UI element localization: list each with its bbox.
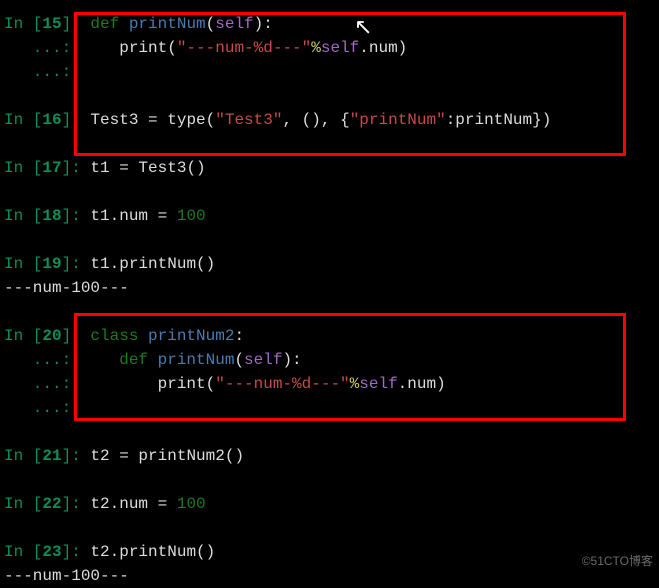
paren: ( [206,15,216,33]
prompt-close: ]: [62,111,91,129]
prompt-number: 21 [42,447,61,465]
code-line: ...: print("---num-%d---"%self.num) [4,372,655,396]
blank-line [4,420,655,444]
code-line: In [20]: class printNum2: [4,324,655,348]
indent [81,351,119,369]
prompt-in: In [ [4,15,42,33]
prompt-in: In [ [4,327,42,345]
code-line: In [19]: t1.printNum() [4,252,655,276]
expr: Test3 = type( [90,111,215,129]
watermark-label: ©51CTO博客 [582,552,653,570]
attr-num: .num) [359,39,407,57]
string-literal: "Test3" [215,111,282,129]
blank-line [4,516,655,540]
blank-line [4,300,655,324]
blank-line [4,468,655,492]
prompt-in: In [ [4,495,42,513]
prompt-in: In [ [4,207,42,225]
prompt-close: ]: [62,495,91,513]
prompt-close: ]: [62,15,91,33]
code-line: In [21]: t2 = printNum2() [4,444,655,468]
code-line: In [17]: t1 = Test3() [4,156,655,180]
op-mod: % [311,39,321,57]
prompt-number: 23 [42,543,61,561]
prompt-close: ]: [62,447,91,465]
prompt-close: ]: [62,543,91,561]
expr: t2.printNum() [90,543,215,561]
paren-close: ): [282,351,301,369]
prompt-number: 19 [42,255,61,273]
prompt-close: ]: [62,207,91,225]
class-name: printNum2 [148,327,234,345]
blank-line [4,84,655,108]
paren-close: ): [254,15,273,33]
code-line: In [16]: Test3 = type("Test3", (), {"pri… [4,108,655,132]
prompt-in: In [ [4,255,42,273]
blank-line [4,228,655,252]
prompt-in: In [ [4,543,42,561]
number-literal: 100 [177,207,206,225]
blank-line [4,132,655,156]
op-mod: % [350,375,360,393]
arg-self: self [215,15,253,33]
kw-def: def [90,15,128,33]
expr: :printNum}) [446,111,552,129]
arg-self: self [359,375,397,393]
prompt-number: 22 [42,495,61,513]
colon: : [234,327,244,345]
code-line: In [15]: def printNum(self): [4,12,655,36]
code-line: ...: [4,396,655,420]
expr: t1.printNum() [90,255,215,273]
code-line: In [22]: t2.num = 100 [4,492,655,516]
code-line: In [18]: t1.num = 100 [4,204,655,228]
func-name: printNum [129,15,206,33]
expr: t1.num = [90,207,176,225]
prompt-number: 20 [42,327,61,345]
prompt-number: 16 [42,111,61,129]
string-literal: "---num-%d---" [177,39,311,57]
code-line: ...: print("---num-%d---"%self.num) [4,36,655,60]
prompt-in: In [ [4,159,42,177]
paren: ( [234,351,244,369]
prompt-number: 15 [42,15,61,33]
output-line: ---num-100--- [4,276,655,300]
attr-num: .num) [398,375,446,393]
prompt-number: 18 [42,207,61,225]
expr: t1 = Test3() [90,159,205,177]
continuation-dots: ...: [4,375,81,393]
prompt-in: In [ [4,447,42,465]
continuation-dots: ...: [4,351,81,369]
number-literal: 100 [177,495,206,513]
arg-self: self [244,351,282,369]
code-line: ...: def printNum(self): [4,348,655,372]
expr: t2.num = [90,495,176,513]
continuation-dots: ...: [4,39,81,57]
code-line: In [23]: t2.printNum() [4,540,655,564]
prompt-close: ]: [62,255,91,273]
func-name: printNum [158,351,235,369]
string-literal: "---num-%d---" [215,375,349,393]
code-line: ...: [4,60,655,84]
arg-self: self [321,39,359,57]
prompt-number: 17 [42,159,61,177]
expr: , (), { [282,111,349,129]
continuation-dots: ...: [4,63,81,81]
call-print: print( [81,375,215,393]
kw-def: def [119,351,157,369]
expr: t2 = printNum2() [90,447,244,465]
prompt-close: ]: [62,159,91,177]
continuation-dots: ...: [4,399,81,417]
blank-line [4,180,655,204]
string-literal: "printNum" [350,111,446,129]
kw-class: class [90,327,148,345]
prompt-close: ]: [62,327,91,345]
prompt-in: In [ [4,111,42,129]
output-line: ---num-100--- [4,564,655,588]
call-print: print( [81,39,177,57]
